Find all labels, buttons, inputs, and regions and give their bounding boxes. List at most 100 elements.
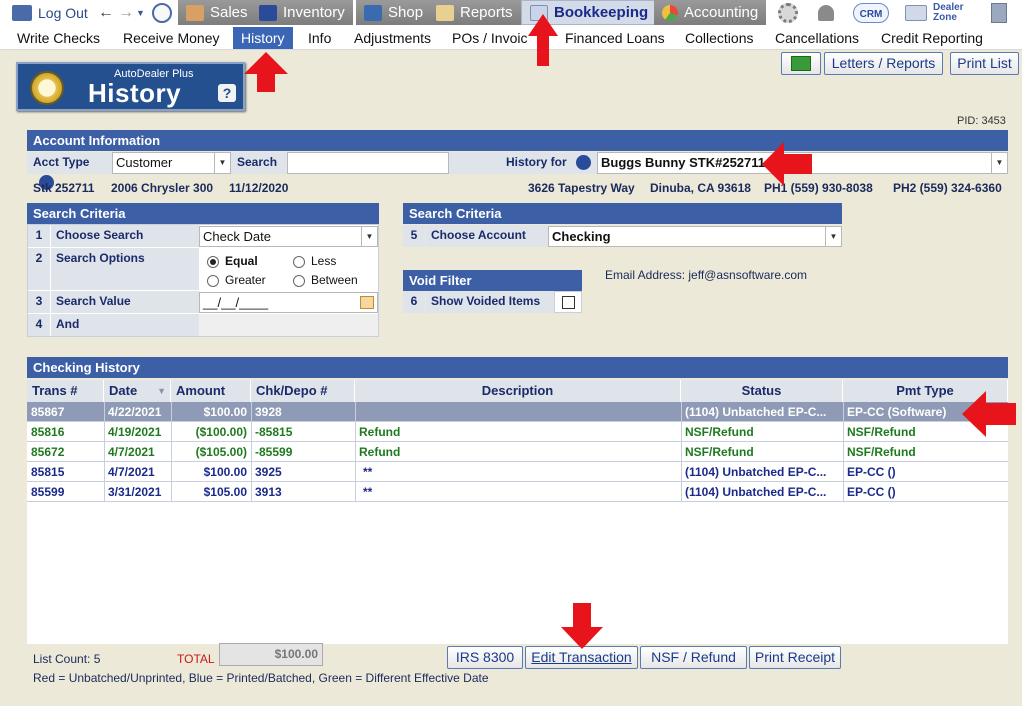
user-face-icon[interactable] [152, 0, 172, 26]
chevron-down-icon[interactable]: ▼ [214, 153, 230, 173]
total-value: $100.00 [219, 643, 323, 666]
cell-date: 4/7/2021 [108, 465, 155, 479]
submenu-pos-invoices[interactable]: POs / Invoic [452, 27, 527, 49]
col-header-amount[interactable]: Amount [171, 380, 251, 402]
radio-greater[interactable]: Greater [207, 273, 266, 287]
col-header-status[interactable]: Status [681, 380, 843, 402]
cell-trans: 85599 [31, 485, 65, 499]
forward-arrow-icon[interactable]: → [118, 4, 134, 22]
pid-label: PID: 3453 [957, 115, 1006, 127]
tab-inventory[interactable]: Inventory [251, 0, 353, 25]
irs-8300-button[interactable]: IRS 8300 [447, 646, 523, 669]
logout-button[interactable]: Log Out [12, 0, 88, 26]
show-voided-cell [554, 291, 582, 313]
cell-status: NSF/Refund [685, 425, 754, 439]
cell-description [355, 402, 681, 422]
table-row[interactable]: 85672 4/7/2021 ($105.00) -85599 Refund N… [27, 442, 1008, 462]
submenu-adjustments[interactable]: Adjustments [354, 27, 431, 49]
submenu-collections[interactable]: Collections [685, 27, 753, 49]
column-divider [843, 402, 844, 502]
account-date: 11/12/2020 [229, 181, 289, 195]
show-voided-checkbox[interactable] [562, 296, 575, 309]
table-row[interactable]: 85815 4/7/2021 $100.00 3925 ** (1104) Un… [27, 462, 1008, 482]
sort-arrow-icon: ▼ [157, 386, 166, 396]
annotation-arrow-left-icon [762, 142, 812, 186]
row-number-6: 6 [403, 291, 425, 313]
radio-between-icon[interactable] [293, 274, 305, 287]
letters-reports-button[interactable]: Letters / Reports [824, 52, 943, 75]
vehicle-description: 2006 Chrysler 300 [111, 181, 214, 195]
tab-accounting[interactable]: Accounting [654, 0, 767, 25]
dealer-zone-button[interactable]: Dealer Zone [905, 0, 964, 26]
submenu-write-checks[interactable]: Write Checks [17, 27, 100, 49]
submenu-receive-money[interactable]: Receive Money [123, 27, 220, 49]
help-icon[interactable]: ? [218, 84, 236, 102]
choose-account-select[interactable]: Checking ▼ [548, 226, 842, 247]
column-divider [251, 402, 252, 502]
cell-date: 3/31/2021 [108, 485, 162, 499]
col-header-chk-depo[interactable]: Chk/Depo # [251, 380, 355, 402]
search-value-placeholder: __/__/____ [203, 295, 269, 310]
table-row[interactable]: 85816 4/19/2021 ($100.00) -85815 Refund … [27, 422, 1008, 442]
chevron-down-icon[interactable]: ▼ [991, 153, 1007, 173]
color-legend: Red = Unbatched/Unprinted, Blue = Printe… [33, 671, 489, 685]
dropdown-icon[interactable]: ▼ [136, 8, 145, 18]
radio-equal-icon[interactable] [207, 255, 219, 268]
cell-trans: 85815 [31, 465, 65, 479]
print-list-button[interactable]: Print List [950, 52, 1019, 75]
radio-between-label: Between [311, 273, 358, 287]
calendar-icon[interactable] [360, 296, 374, 309]
back-arrow-icon[interactable]: ← [98, 4, 114, 22]
cell-chk: -85815 [255, 425, 293, 439]
search-value-date-input[interactable]: __/__/____ [199, 292, 378, 313]
chevron-down-icon[interactable]: ▼ [361, 227, 377, 246]
gear-icon[interactable] [778, 0, 798, 26]
crm-button[interactable]: CRM [853, 0, 889, 26]
column-divider [104, 402, 105, 502]
table-row[interactable]: 85867 4/22/2021 $100.00 3928 (1104) Unba… [27, 402, 1008, 422]
column-divider [355, 402, 356, 502]
col-header-date-label: Date [109, 383, 138, 398]
submenu-credit-reporting[interactable]: Credit Reporting [881, 27, 983, 49]
cell-date: 4/22/2021 [108, 405, 162, 419]
submenu-history[interactable]: History [233, 27, 293, 49]
back-forward-icon[interactable]: ← → ▼ [98, 0, 145, 26]
history-lookup-icon[interactable] [576, 155, 591, 171]
tab-shop[interactable]: Shop [356, 0, 432, 25]
table-row[interactable]: 85599 3/31/2021 $105.00 3913 ** (1104) U… [27, 482, 1008, 502]
tab-accounting-label: Accounting [684, 4, 759, 21]
radio-less[interactable]: Less [293, 254, 336, 268]
radio-less-icon[interactable] [293, 255, 305, 268]
calculator-icon[interactable] [991, 0, 1007, 26]
tab-reports[interactable]: Reports [428, 0, 521, 25]
and-value-field[interactable] [199, 314, 378, 336]
radio-between[interactable]: Between [293, 273, 358, 287]
export-excel-button[interactable] [781, 52, 821, 75]
edit-transaction-button[interactable]: Edit Transaction [525, 646, 638, 669]
chevron-down-icon[interactable]: ▼ [825, 227, 841, 246]
radio-greater-label: Greater [225, 273, 266, 287]
nsf-refund-button[interactable]: NSF / Refund [640, 646, 747, 669]
radio-greater-icon[interactable] [207, 274, 219, 287]
choose-search-select[interactable]: Check Date ▼ [199, 226, 378, 247]
col-header-description[interactable]: Description [355, 380, 681, 402]
cell-amount: ($100.00) [195, 425, 247, 439]
cell-amount: ($105.00) [195, 445, 247, 459]
search-options-label: Search Options [51, 248, 199, 290]
col-header-date[interactable]: Date ▼ [104, 380, 171, 402]
tab-sales[interactable]: Sales [178, 0, 256, 25]
acct-type-select[interactable]: Customer ▼ [112, 152, 231, 174]
radio-equal[interactable]: Equal [207, 254, 258, 268]
cell-chk: 3925 [255, 465, 282, 479]
submenu-cancellations[interactable]: Cancellations [775, 27, 859, 49]
search-input[interactable] [287, 152, 449, 174]
print-receipt-button[interactable]: Print Receipt [749, 646, 841, 669]
submenu-info[interactable]: Info [308, 27, 331, 49]
history-for-label-text: History for [505, 155, 567, 169]
sub-nav: Write Checks Receive Money History Info … [0, 27, 1022, 50]
col-header-trans[interactable]: Trans # [27, 380, 104, 402]
bell-icon[interactable] [818, 0, 834, 26]
submenu-financed-loans[interactable]: Financed Loans [565, 27, 665, 49]
stock-number: Stk 252711 [33, 181, 95, 195]
customer-city: Dinuba, CA 93618 [650, 181, 751, 195]
